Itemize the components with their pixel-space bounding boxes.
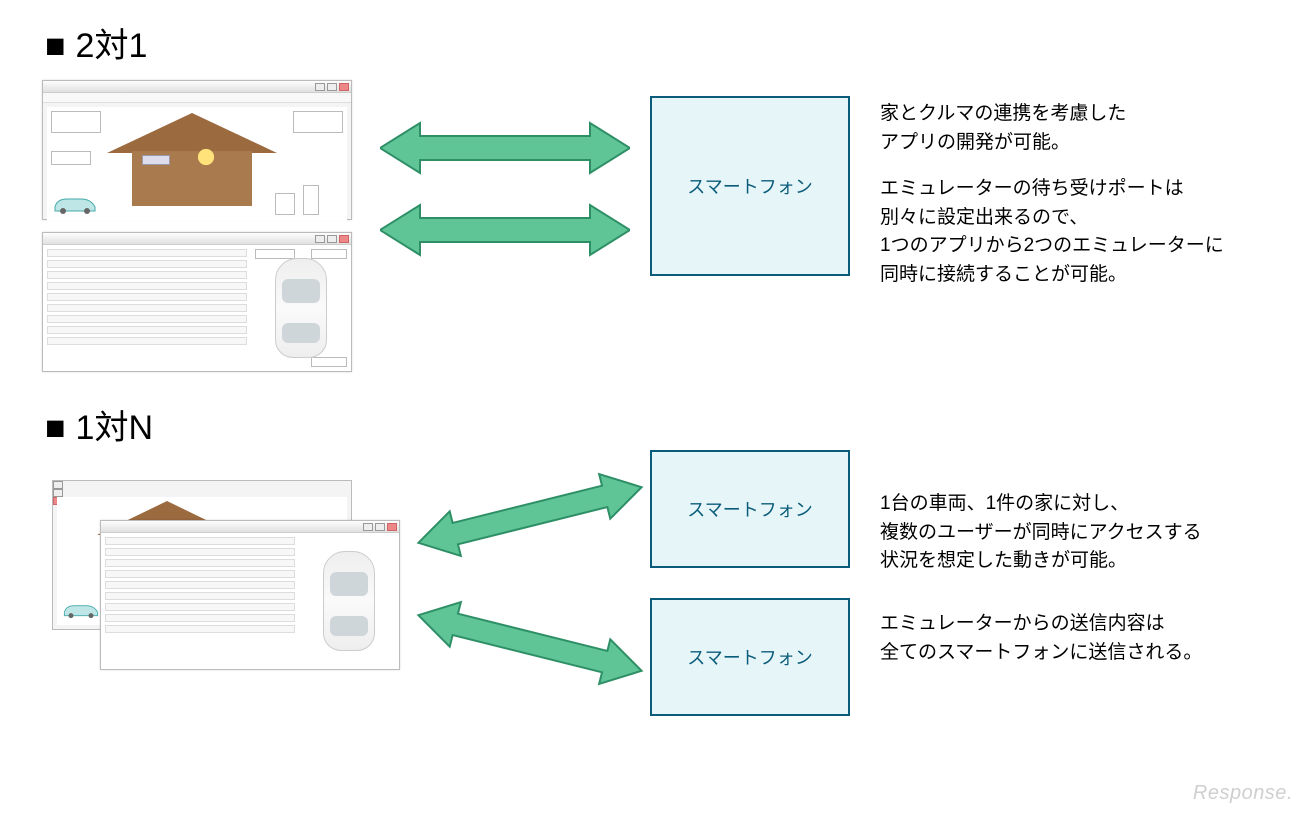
emulator-window-car (42, 232, 352, 372)
field-row (47, 249, 247, 257)
smartphone-label: スマートフォン (687, 644, 812, 670)
bidirectional-arrow-icon (380, 200, 630, 260)
bidirectional-arrow-diagonal-icon (415, 470, 645, 560)
aircon-icon (142, 155, 170, 165)
bullet-icon: ■ (45, 27, 66, 65)
panel-widget (311, 249, 347, 259)
car-panel-fields (101, 533, 299, 669)
section-title-2to1: ■ 2対1 (45, 18, 147, 67)
field-row (105, 592, 295, 600)
field-row (47, 326, 247, 334)
field-row (105, 581, 295, 589)
field-row (105, 548, 295, 556)
bullet-icon: ■ (45, 409, 66, 447)
field-row (47, 337, 247, 345)
field-row (105, 614, 295, 622)
window-titlebar (43, 233, 351, 245)
window-menubar (43, 93, 351, 103)
car-topview-area (299, 533, 399, 669)
field-row (105, 603, 295, 611)
minimize-icon (53, 481, 63, 489)
maximize-icon (327, 83, 337, 91)
emulator-window-stacked-front (100, 520, 400, 670)
bidirectional-arrow-icon (380, 118, 630, 178)
car-topview-icon (323, 551, 375, 651)
field-row (47, 304, 247, 312)
smartphone-label: スマートフォン (687, 173, 812, 199)
field-row (105, 537, 295, 545)
minimize-icon (363, 523, 373, 531)
ev-car-icon (61, 599, 101, 619)
panel-widget (303, 185, 319, 215)
window-titlebar (53, 481, 351, 493)
section-title-text: 1対N (76, 409, 153, 447)
field-row (105, 559, 295, 567)
maximize-icon (375, 523, 385, 531)
field-row (47, 293, 247, 301)
house-scene-area (47, 107, 347, 221)
close-icon (387, 523, 397, 531)
smartphone-box: スマートフォン (650, 598, 850, 716)
watermark-text: Response. (1193, 782, 1293, 805)
window-titlebar (43, 81, 351, 93)
car-panel-fields (43, 245, 251, 371)
car-topview-area (251, 245, 351, 371)
field-row (105, 625, 295, 633)
car-panel-area (43, 245, 351, 371)
close-icon (339, 235, 349, 243)
panel-widget (51, 151, 91, 165)
smartphone-box: スマートフォン (650, 450, 850, 568)
panel-widget (255, 249, 295, 259)
panel-widget (311, 357, 347, 367)
ev-car-icon (51, 191, 99, 215)
smartphone-box: スマートフォン (650, 96, 850, 276)
car-panel-area (101, 533, 399, 669)
minimize-icon (315, 235, 325, 243)
field-row (47, 315, 247, 323)
field-row (105, 570, 295, 578)
field-row (47, 282, 247, 290)
field-row (47, 260, 247, 268)
minimize-icon (315, 83, 325, 91)
house-illustration (107, 113, 287, 217)
close-icon (339, 83, 349, 91)
bidirectional-arrow-diagonal-icon (415, 598, 645, 688)
field-row (47, 271, 247, 279)
description-text: エミュレーターの待ち受けポートは 別々に設定出来るので、 1つのアプリから2つの… (880, 175, 1224, 289)
panel-widget (293, 111, 343, 133)
section-title-text: 2対1 (76, 27, 148, 65)
maximize-icon (327, 235, 337, 243)
panel-widget (51, 111, 101, 133)
emulator-window-house (42, 80, 352, 220)
section-title-1toN: ■ 1対N (45, 400, 153, 449)
maximize-icon (53, 489, 63, 497)
window-titlebar (101, 521, 399, 533)
smartphone-label: スマートフォン (687, 496, 812, 522)
car-topview-icon (275, 258, 327, 358)
sun-icon (192, 143, 220, 171)
description-text: エミュレーターからの送信内容は 全てのスマートフォンに送信される。 (880, 610, 1202, 667)
description-text: 家とクルマの連携を考慮した アプリの開発が可能。 (880, 100, 1126, 157)
description-text: 1台の車両、1件の家に対し、 複数のユーザーが同時にアクセスする 状況を想定した… (880, 490, 1202, 576)
